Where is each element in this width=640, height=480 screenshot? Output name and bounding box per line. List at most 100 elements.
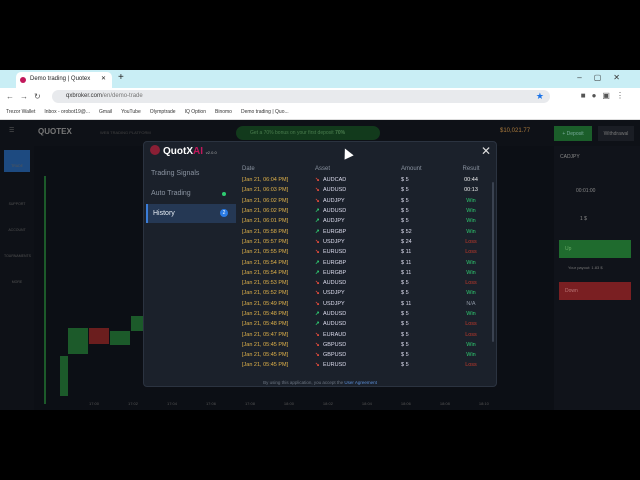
- window-controls[interactable]: –▢✕: [577, 73, 632, 82]
- bookmark-item[interactable]: Inbox - orobot19@...: [44, 109, 90, 115]
- trade-asset: ↗ EURGBP: [315, 229, 401, 235]
- up-button[interactable]: Up: [559, 240, 631, 258]
- brand-ai: AI: [193, 146, 203, 157]
- arrow-down-right-icon: ↘: [315, 280, 320, 287]
- trade-result: Win: [466, 208, 476, 215]
- candle: [60, 356, 68, 396]
- trade-result: Win: [466, 290, 476, 297]
- nav-trading-signals[interactable]: Trading Signals: [146, 164, 236, 183]
- asset-name: AUDCAD: [323, 177, 347, 184]
- table-row: [Jan 21, 05:45 PM] ↘ GBPUSD $ 5 Win: [240, 340, 492, 350]
- time-tick: 18:10: [478, 401, 489, 406]
- trade-result: Loss: [465, 321, 477, 328]
- bonus-promo[interactable]: Get a 70% bonus on your first deposit 70…: [236, 126, 380, 140]
- trade-result: Loss: [465, 362, 477, 369]
- withdraw-button[interactable]: Withdrawal: [598, 126, 634, 141]
- account-balance[interactable]: $10,021.77: [500, 128, 530, 134]
- history-table: Date Asset Amount Result [Jan 21, 06:04 …: [240, 164, 492, 380]
- bookmark-item[interactable]: Gmail: [99, 109, 112, 115]
- trade-amount: $ 52: [401, 228, 412, 235]
- sidebar-item-support[interactable]: SUPPORT: [4, 202, 30, 206]
- sidebar-item-account[interactable]: ACCOUNT: [4, 228, 30, 232]
- table-row: [Jan 21, 05:49 PM] ↘ USDJPY $ 11 N/A: [240, 299, 492, 309]
- trade-amount: $ 5: [401, 218, 409, 225]
- trade-amount: $ 5: [401, 208, 409, 215]
- time-input[interactable]: 00:01:00: [576, 188, 595, 194]
- table-row: [Jan 21, 05:48 PM] ↗ AUDUSD $ 5 Win: [240, 309, 492, 319]
- trade-result: 00:44: [464, 177, 478, 184]
- trade-result: 00:13: [464, 187, 478, 194]
- trade-asset: ↗ EURGBP: [315, 270, 401, 276]
- footer-text: By using this application, you accept th…: [263, 380, 344, 385]
- asset-name: USDJPY: [323, 238, 345, 245]
- arrow-up-right-icon: ↗: [315, 269, 320, 276]
- bookmark-item[interactable]: Demo trading | Quo...: [241, 109, 289, 115]
- down-button[interactable]: Down: [559, 282, 631, 300]
- table-row: [Jan 21, 06:03 PM] ↘ AUDUSD $ 5 00:13: [240, 185, 492, 195]
- quotx-logo-icon: [150, 145, 160, 155]
- table-row: [Jan 21, 05:45 PM] ↘ EURUSD $ 5 Loss: [240, 360, 492, 370]
- trade-asset: ↗ EURGBP: [315, 260, 401, 266]
- extension-icons[interactable]: ■●▣⋮: [581, 91, 630, 100]
- time-tick: 18:00: [283, 401, 294, 406]
- nav-buttons[interactable]: ←→↻: [6, 92, 47, 101]
- scrollbar[interactable]: [492, 182, 494, 342]
- table-row: [Jan 21, 06:02 PM] ↘ AUDJPY $ 5 Win: [240, 196, 492, 206]
- table-row: [Jan 21, 05:52 PM] ↘ USDJPY $ 5 Win: [240, 288, 492, 298]
- trade-date: [Jan 21, 06:02 PM]: [242, 197, 289, 204]
- arrow-up-right-icon: ↗: [315, 259, 320, 266]
- time-tick: 18:08: [439, 401, 450, 406]
- time-tick: 18:06: [400, 401, 411, 406]
- trade-result: Loss: [465, 280, 477, 287]
- quotex-favicon-icon: [20, 77, 26, 83]
- history-badge: 2: [220, 209, 228, 217]
- table-row: [Jan 21, 05:47 PM] ↘ EURAUD $ 5 Loss: [240, 329, 492, 339]
- arrow-up-right-icon: ↗: [315, 228, 320, 235]
- close-tab-icon[interactable]: ✕: [101, 75, 106, 82]
- menu-icon[interactable]: ☰: [9, 127, 14, 134]
- bookmark-star-icon[interactable]: ★: [536, 91, 544, 102]
- trade-date: [Jan 21, 05:57 PM]: [242, 238, 289, 245]
- trade-amount: $ 5: [401, 341, 409, 348]
- asset-name: EURAUD: [323, 331, 347, 338]
- arrow-up-right-icon: ↗: [315, 311, 320, 317]
- bookmark-item[interactable]: Olymptrade: [150, 109, 176, 115]
- amount-input[interactable]: 1 $: [580, 216, 587, 222]
- nav-label: Auto Trading: [151, 190, 191, 197]
- payout-text: Your payout: 1.83 $: [568, 265, 603, 270]
- trade-result: Win: [466, 228, 476, 235]
- browser-tab[interactable]: Demo trading | Quotex ✕: [16, 72, 112, 88]
- deposit-button[interactable]: + Deposit: [554, 126, 592, 141]
- url-input[interactable]: qxbroker.com/en/demo-trade ★: [52, 90, 550, 103]
- table-row: [Jan 21, 06:04 PM] ↘ AUDCAD $ 5 00:44: [240, 175, 492, 185]
- selected-asset[interactable]: CADJPY: [560, 154, 580, 160]
- arrow-down-right-icon: ↘: [315, 177, 320, 184]
- nav-history[interactable]: History 2: [146, 204, 236, 223]
- arrow-down-right-icon: ↘: [315, 238, 320, 245]
- user-agreement-link[interactable]: User Agreement: [344, 380, 377, 385]
- bookmark-item[interactable]: YouTube: [121, 109, 141, 115]
- sidebar-item-more[interactable]: MORE: [4, 280, 30, 284]
- bookmark-item[interactable]: Trezor Wallet: [6, 109, 35, 115]
- arrow-up-right-icon: ↗: [315, 208, 320, 215]
- new-tab-button[interactable]: +: [118, 72, 124, 83]
- trade-result: Loss: [465, 331, 477, 338]
- trade-date: [Jan 21, 05:45 PM]: [242, 341, 289, 348]
- table-row: [Jan 21, 05:48 PM] ↗ AUDUSD $ 5 Loss: [240, 319, 492, 329]
- trade-result: Win: [466, 259, 476, 266]
- sidebar-item-trade[interactable]: TRADE: [4, 150, 30, 172]
- bookmark-item[interactable]: Binomo: [215, 109, 232, 115]
- arrow-down-right-icon: ↘: [315, 300, 320, 307]
- asset-name: AUDUSD: [323, 311, 347, 317]
- asset-name: AUDUSD: [323, 280, 347, 287]
- nav-auto-trading[interactable]: Auto Trading: [146, 184, 236, 203]
- close-icon[interactable]: ✕: [481, 144, 491, 158]
- trade-amount: $ 5: [401, 290, 409, 297]
- sidebar-item-tournaments[interactable]: TOURNAMENTS: [4, 254, 31, 258]
- bookmark-item[interactable]: IQ Option: [185, 109, 206, 115]
- arrow-up-right-icon: ↗: [315, 321, 320, 328]
- trade-amount: $ 5: [401, 352, 409, 359]
- url-host: qxbroker.com: [66, 93, 103, 99]
- table-row: [Jan 21, 05:58 PM] ↗ EURGBP $ 52 Win: [240, 226, 492, 236]
- candle: [89, 328, 109, 344]
